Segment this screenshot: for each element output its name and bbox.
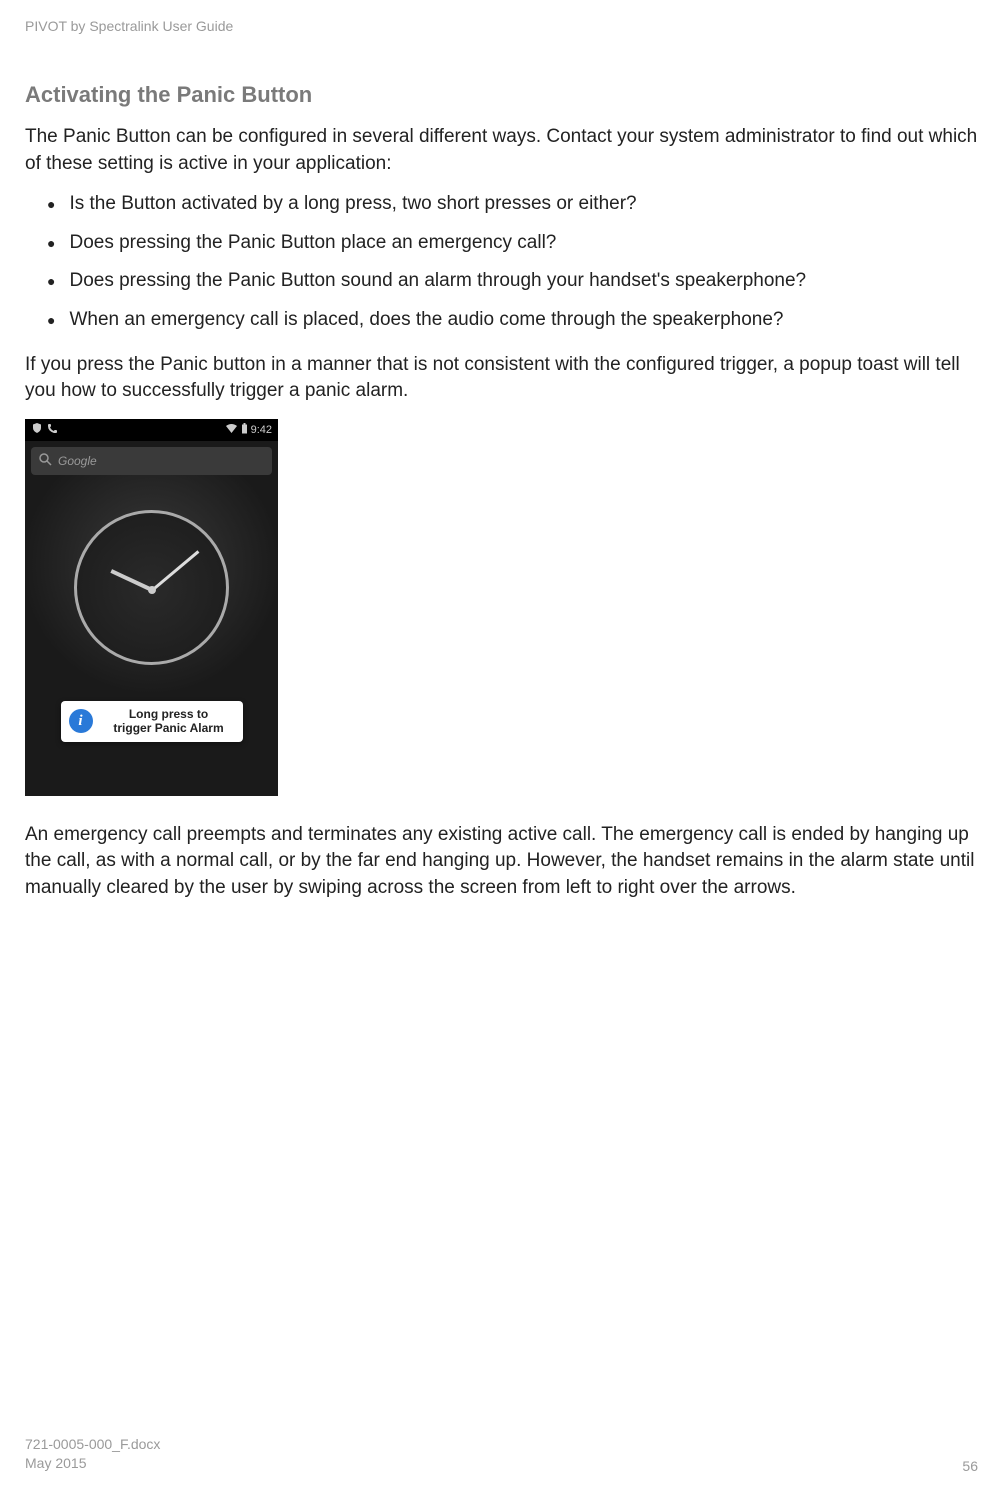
toast-popup: i Long press to trigger Panic Alarm [61,701,243,742]
battery-icon [241,423,248,437]
shield-icon [31,422,43,437]
bullet-icon: ● [47,235,55,251]
clock-hour-hand [110,569,152,592]
footer-doc-id: 721-0005-000_F.docx [25,1435,160,1455]
info-icon: i [69,709,93,733]
toast-line-1: Long press to [129,707,208,721]
list-item: ● Does pressing the Panic Button place a… [25,230,978,257]
toast-line-2: trigger Panic Alarm [113,721,223,735]
status-time: 9:42 [251,424,272,436]
bullet-list: ● Is the Button activated by a long pres… [25,191,978,333]
clock-minute-hand [152,550,200,591]
page-number: 56 [962,1458,978,1474]
search-placeholder: Google [58,454,97,468]
clock-face [74,510,229,665]
paragraph-3: An emergency call preempts and terminate… [25,822,978,902]
list-item: ● Is the Button activated by a long pres… [25,191,978,218]
status-left [31,422,58,437]
toast-message: Long press to trigger Panic Alarm [103,707,235,736]
section-title: Activating the Panic Button [25,82,978,108]
bullet-icon: ● [47,273,55,289]
phone-icon [47,423,58,437]
bullet-text: Is the Button activated by a long press,… [69,191,636,218]
bullet-icon: ● [47,312,55,328]
phone-screenshot: 9:42 Google i Long press to trigger Pani… [25,419,278,796]
clock-center [148,586,156,594]
bullet-text: Does pressing the Panic Button sound an … [69,268,806,295]
bullet-icon: ● [47,196,55,212]
search-icon [39,453,52,469]
status-bar: 9:42 [25,419,278,441]
clock-widget [25,475,278,700]
bullet-text: Does pressing the Panic Button place an … [69,230,556,257]
paragraph-2: If you press the Panic button in a manne… [25,352,978,405]
wifi-icon [225,423,238,437]
list-item: ● Does pressing the Panic Button sound a… [25,268,978,295]
status-right: 9:42 [225,423,272,437]
footer-left: 721-0005-000_F.docx May 2015 [25,1435,160,1474]
intro-paragraph: The Panic Button can be configured in se… [25,124,978,177]
footer-date: May 2015 [25,1454,160,1474]
search-bar[interactable]: Google [31,447,272,475]
page-footer: 721-0005-000_F.docx May 2015 56 [25,1435,978,1474]
document-header: PIVOT by Spectralink User Guide [25,18,978,34]
bullet-text: When an emergency call is placed, does t… [69,307,783,334]
list-item: ● When an emergency call is placed, does… [25,307,978,334]
